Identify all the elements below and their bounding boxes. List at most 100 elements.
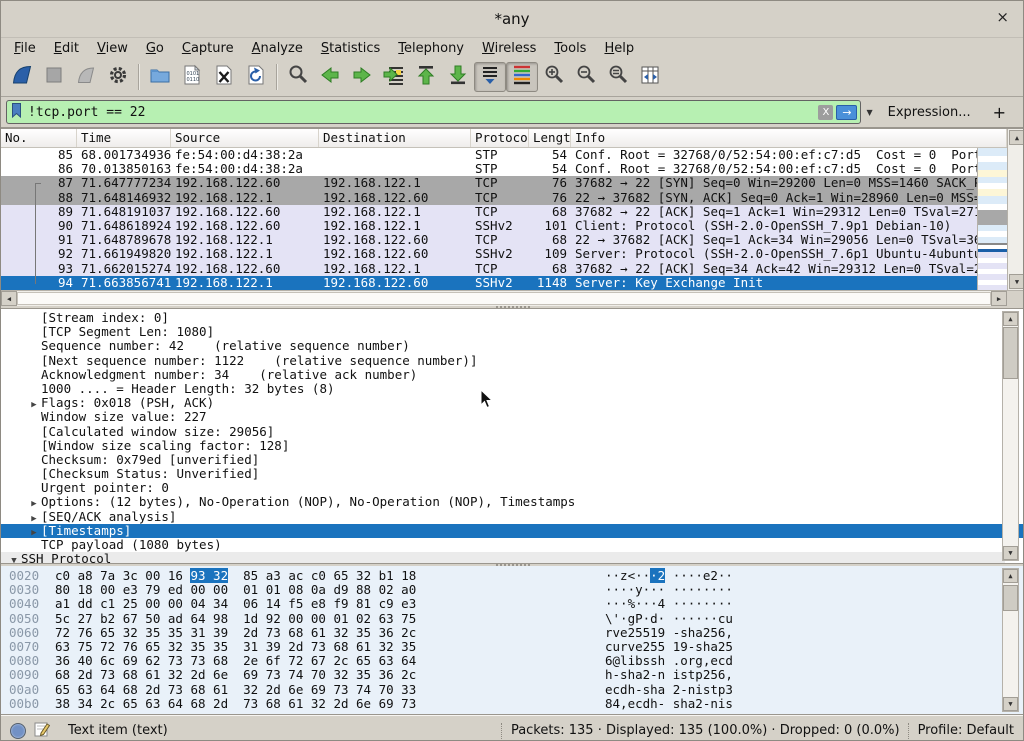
scroll-down-arrow[interactable]: ▼: [1009, 274, 1024, 289]
detail-line[interactable]: [Next sequence number: 1122 (relative se…: [1, 354, 1023, 368]
scroll-right-arrow[interactable]: ▶: [991, 291, 1007, 306]
packet-row-90[interactable]: 9071.648618924192.168.122.60192.168.122.…: [1, 219, 977, 233]
display-filter-input[interactable]: !tcp.port == 22 X →: [6, 100, 861, 124]
auto-scroll-toggle[interactable]: [474, 62, 506, 92]
detail-line[interactable]: 1000 .... = Header Length: 32 bytes (8): [1, 382, 1023, 396]
detail-line[interactable]: Checksum: 0x79ed [unverified]: [1, 453, 1023, 467]
capture-comment-icon[interactable]: [34, 721, 50, 741]
hex-row-0070[interactable]: 007063 75 72 76 65 32 35 35 31 39 2d 73 …: [1, 640, 1023, 654]
filter-history-dropdown[interactable]: ▼: [861, 108, 877, 117]
column-header-length[interactable]: Length: [529, 129, 571, 147]
menu-telephony[interactable]: Telephony: [389, 40, 473, 57]
hex-row-0050[interactable]: 00505c 27 b2 67 50 ad 64 98 1d 92 00 00 …: [1, 612, 1023, 626]
hex-row-0030[interactable]: 003080 18 00 e3 79 ed 00 00 01 01 08 0a …: [1, 583, 1023, 597]
open-file-button[interactable]: [144, 62, 176, 92]
zoom-reset-button[interactable]: [602, 62, 634, 92]
expression-button[interactable]: Expression...: [878, 105, 981, 120]
packet-row-86[interactable]: 8670.013850163fe:54:00:d4:38:2aSTP54Conf…: [1, 162, 977, 176]
detail-line[interactable]: Acknowledgment number: 34 (relative ack …: [1, 368, 1023, 382]
packet-row-91[interactable]: 9171.648789678192.168.122.1192.168.122.6…: [1, 233, 977, 247]
start-capture-button[interactable]: [6, 62, 38, 92]
detail-line[interactable]: [Stream index: 0]: [1, 311, 1023, 325]
go-to-packet-button[interactable]: [378, 62, 410, 92]
apply-filter-button[interactable]: →: [836, 105, 857, 120]
packet-row-92[interactable]: 9271.661949820192.168.122.1192.168.122.6…: [1, 247, 977, 261]
packet-row-94[interactable]: 9471.663856741192.168.122.1192.168.122.6…: [1, 276, 977, 290]
colorize-toggle[interactable]: [506, 62, 538, 92]
hex-row-0090[interactable]: 009068 2d 73 68 61 32 2d 6e 69 73 74 70 …: [1, 668, 1023, 682]
zoom-in-button[interactable]: [538, 62, 570, 92]
packet-row-87[interactable]: 8771.647777234192.168.122.60192.168.122.…: [1, 176, 977, 190]
details-scrollbar[interactable]: ▲ ▼: [1002, 311, 1019, 561]
column-header-source[interactable]: Source: [171, 129, 319, 147]
detail-line[interactable]: ▶[Timestamps]: [1, 524, 1023, 538]
packet-list-vscrollbar[interactable]: ▲ ▼: [1007, 129, 1024, 290]
go-back-button[interactable]: [314, 62, 346, 92]
go-to-top-button[interactable]: [410, 62, 442, 92]
detail-line[interactable]: Urgent pointer: 0: [1, 481, 1023, 495]
menu-file[interactable]: File: [5, 40, 45, 57]
find-packet-button[interactable]: [282, 62, 314, 92]
packet-row-89[interactable]: 8971.648191037192.168.122.60192.168.122.…: [1, 205, 977, 219]
packet-minimap[interactable]: [977, 148, 1007, 290]
menu-help[interactable]: Help: [595, 40, 643, 57]
scroll-thumb[interactable]: [1003, 585, 1018, 611]
detail-line[interactable]: Sequence number: 42 (relative sequence n…: [1, 339, 1023, 353]
packet-row-93[interactable]: 9371.662015274192.168.122.60192.168.122.…: [1, 262, 977, 276]
packet-row-88[interactable]: 8871.648146932192.168.122.1192.168.122.6…: [1, 191, 977, 205]
menu-view[interactable]: View: [88, 40, 137, 57]
scroll-up-arrow[interactable]: ▲: [1003, 312, 1018, 326]
scroll-thumb[interactable]: [1003, 327, 1018, 379]
hex-row-00a0[interactable]: 00a065 63 64 68 2d 73 68 61 32 2d 6e 69 …: [1, 683, 1023, 697]
detail-line[interactable]: ▼SSH Protocol: [1, 552, 1005, 564]
close-window-button[interactable]: ×: [996, 10, 1009, 25]
hex-row-00b0[interactable]: 00b038 34 2c 65 63 64 68 2d 73 68 61 32 …: [1, 697, 1023, 711]
column-header-destination[interactable]: Destination: [319, 129, 471, 147]
menu-capture[interactable]: Capture: [173, 40, 243, 57]
hex-row-0020[interactable]: 0020c0 a8 7a 3c 00 16 93 32 85 a3 ac c0 …: [1, 569, 1023, 583]
scroll-down-arrow[interactable]: ▼: [1003, 546, 1018, 560]
detail-line[interactable]: TCP payload (1080 bytes): [1, 538, 1023, 552]
expert-info-icon[interactable]: [10, 723, 26, 739]
restart-capture-button[interactable]: [70, 62, 102, 92]
expand-arrow[interactable]: ▼: [7, 554, 21, 564]
bookmark-icon[interactable]: [10, 102, 23, 123]
zoom-out-button[interactable]: [570, 62, 602, 92]
hex-row-0040[interactable]: 0040a1 dd c1 25 00 00 04 34 06 14 f5 e8 …: [1, 597, 1023, 611]
scroll-up-arrow[interactable]: ▲: [1009, 130, 1024, 145]
hex-scrollbar[interactable]: ▲ ▼: [1002, 568, 1019, 712]
close-file-button[interactable]: [208, 62, 240, 92]
go-to-bottom-button[interactable]: [442, 62, 474, 92]
clear-filter-button[interactable]: X: [818, 105, 833, 120]
profile-indicator[interactable]: Profile: Default: [918, 723, 1014, 738]
scroll-left-arrow[interactable]: ◀: [1, 291, 17, 306]
add-filter-button[interactable]: +: [981, 103, 1018, 122]
hex-row-0080[interactable]: 008036 40 6c 69 62 73 73 68 2e 6f 72 67 …: [1, 654, 1023, 668]
filter-text[interactable]: !tcp.port == 22: [23, 105, 818, 120]
menu-tools[interactable]: Tools: [545, 40, 595, 57]
resize-columns-button[interactable]: [634, 62, 666, 92]
title-bar[interactable]: *any ×: [1, 1, 1023, 38]
hex-row-0060[interactable]: 006072 76 65 32 35 35 31 39 2d 73 68 61 …: [1, 626, 1023, 640]
reload-file-button[interactable]: [240, 62, 272, 92]
scroll-up-arrow[interactable]: ▲: [1003, 569, 1018, 583]
detail-line[interactable]: [Calculated window size: 29056]: [1, 425, 1023, 439]
menu-edit[interactable]: Edit: [45, 40, 88, 57]
go-forward-button[interactable]: [346, 62, 378, 92]
menu-statistics[interactable]: Statistics: [312, 40, 389, 57]
hscroll-track[interactable]: [17, 292, 991, 305]
column-header-info[interactable]: Info: [571, 129, 1007, 147]
detail-line[interactable]: [TCP Segment Len: 1080]: [1, 325, 1023, 339]
menu-go[interactable]: Go: [137, 40, 173, 57]
detail-line[interactable]: ▶[SEQ/ACK analysis]: [1, 510, 1023, 524]
packet-row-85[interactable]: 8568.001734936fe:54:00:d4:38:2aSTP54Conf…: [1, 148, 977, 162]
scroll-down-arrow[interactable]: ▼: [1003, 697, 1018, 711]
column-header-protocol[interactable]: Protocol: [471, 129, 529, 147]
menu-analyze[interactable]: Analyze: [243, 40, 312, 57]
packet-list-hscrollbar[interactable]: ◀ ▶: [1, 290, 1007, 306]
column-header-no[interactable]: No.: [1, 129, 77, 147]
column-header-time[interactable]: Time: [77, 129, 171, 147]
stop-capture-button[interactable]: [38, 62, 70, 92]
save-file-button[interactable]: 01010110: [176, 62, 208, 92]
detail-line[interactable]: Window size value: 227: [1, 410, 1023, 424]
